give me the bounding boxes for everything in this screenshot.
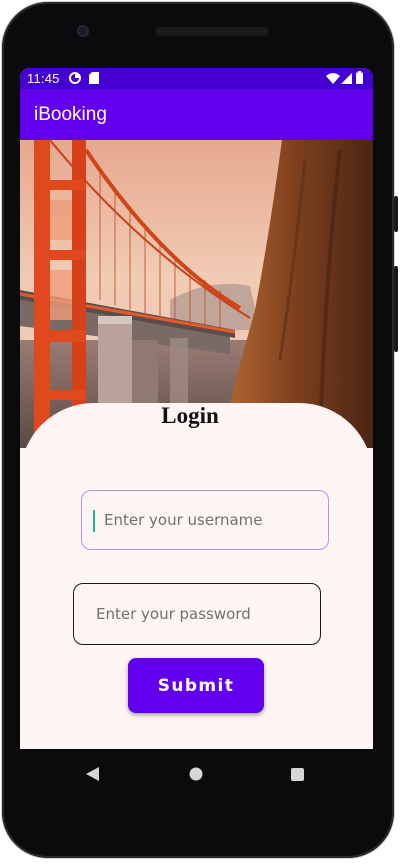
- system-navigation-bar: [20, 749, 373, 801]
- golden-gate-bridge-photo: [20, 140, 373, 448]
- login-title: Login: [161, 403, 219, 428]
- cell-signal-icon: [341, 73, 352, 84]
- front-camera: [77, 25, 89, 37]
- home-icon[interactable]: [189, 767, 203, 781]
- username-input[interactable]: [82, 491, 328, 549]
- data-saver-icon: [69, 72, 81, 84]
- power-button: [394, 196, 398, 232]
- sd-card-icon: [89, 72, 99, 84]
- submit-button[interactable]: Submit: [128, 658, 264, 713]
- earpiece-speaker: [155, 27, 269, 36]
- app-title: iBooking: [34, 104, 107, 125]
- status-time: 11:45: [27, 71, 60, 86]
- password-input[interactable]: [74, 584, 320, 644]
- recents-icon[interactable]: [291, 768, 304, 781]
- back-icon[interactable]: [86, 767, 100, 781]
- app-screen: 11:45 iBooking Login Enter your username…: [20, 68, 373, 749]
- wifi-icon: [326, 73, 340, 84]
- text-cursor: [93, 510, 95, 532]
- phone-device: 11:45 iBooking Login Enter your username…: [0, 0, 400, 864]
- hero-illustration: [20, 140, 373, 448]
- battery-icon: [356, 71, 363, 84]
- volume-button: [394, 266, 398, 352]
- app-bar: iBooking: [20, 89, 373, 140]
- username-field[interactable]: [81, 490, 329, 550]
- password-field[interactable]: [73, 583, 321, 645]
- status-bar: 11:45: [20, 68, 373, 89]
